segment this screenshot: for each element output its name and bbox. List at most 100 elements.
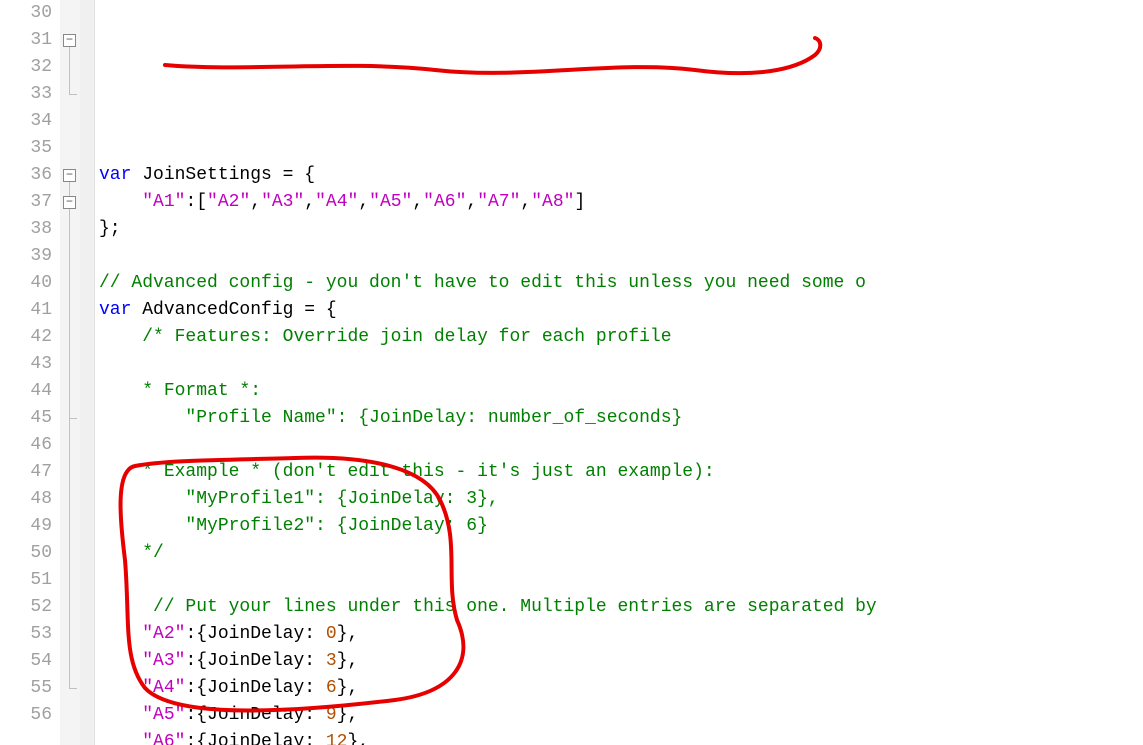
- line-number: 30: [0, 0, 52, 27]
- token-op: :[: [185, 192, 207, 212]
- token-op: :{: [185, 651, 207, 671]
- code-line[interactable]: };: [99, 216, 1143, 243]
- token-op: },: [337, 705, 359, 725]
- code-line[interactable]: /* Features: Override join delay for eac…: [99, 324, 1143, 351]
- token-op: [131, 165, 142, 185]
- token-op: :{: [185, 624, 207, 644]
- code-line[interactable]: "A1":["A2","A3","A4","A5","A6","A7","A8"…: [99, 189, 1143, 216]
- line-number: 46: [0, 432, 52, 459]
- token-op: :: [304, 705, 326, 725]
- fold-guide-end: [69, 94, 77, 95]
- code-line[interactable]: [99, 135, 1143, 162]
- code-line[interactable]: "Profile Name": {JoinDelay: number_of_se…: [99, 405, 1143, 432]
- fold-guide-end: [69, 418, 77, 419]
- token-op: :: [304, 624, 326, 644]
- line-number-gutter: 3031323334353637383940414243444546474849…: [0, 0, 60, 745]
- code-line[interactable]: var JoinSettings = {: [99, 162, 1143, 189]
- code-line[interactable]: "A5":{JoinDelay: 9},: [99, 702, 1143, 729]
- token-cmt: /* Features: Override join delay for eac…: [142, 327, 671, 347]
- token-ident: JoinDelay: [207, 678, 304, 698]
- token-op: ,: [412, 192, 423, 212]
- fold-toggle[interactable]: −: [63, 169, 76, 182]
- token-cmt: * Example * (don't edit this - it's just…: [142, 462, 715, 482]
- token-str: "A3": [142, 651, 185, 671]
- fold-guide: [69, 209, 70, 418]
- fold-toggle[interactable]: −: [63, 34, 76, 47]
- line-number: 37: [0, 189, 52, 216]
- token-cmt: * Format *:: [142, 381, 261, 401]
- line-number: 42: [0, 324, 52, 351]
- token-num: 9: [326, 705, 337, 725]
- line-number: 52: [0, 594, 52, 621]
- line-number: 45: [0, 405, 52, 432]
- line-number: 51: [0, 567, 52, 594]
- code-line[interactable]: [99, 351, 1143, 378]
- token-op: :: [304, 678, 326, 698]
- code-area[interactable]: var JoinSettings = { "A1":["A2","A3","A4…: [95, 0, 1143, 745]
- token-op: ,: [358, 192, 369, 212]
- token-cmt: "MyProfile2": {JoinDelay: 6}: [185, 516, 487, 536]
- token-op: :{: [185, 705, 207, 725]
- token-str: "A4": [315, 192, 358, 212]
- fold-guide-end: [69, 688, 77, 689]
- code-line[interactable]: "A3":{JoinDelay: 3},: [99, 648, 1143, 675]
- code-line[interactable]: [99, 432, 1143, 459]
- token-str: "A8": [531, 192, 574, 212]
- token-op: ,: [304, 192, 315, 212]
- line-number: 40: [0, 270, 52, 297]
- code-line[interactable]: "A4":{JoinDelay: 6},: [99, 675, 1143, 702]
- fold-column[interactable]: − − −: [60, 0, 80, 745]
- token-op: };: [99, 219, 121, 239]
- line-number: 41: [0, 297, 52, 324]
- code-line[interactable]: * Example * (don't edit this - it's just…: [99, 459, 1143, 486]
- line-number: 32: [0, 54, 52, 81]
- fold-guide: [69, 47, 70, 94]
- code-editor[interactable]: 3031323334353637383940414243444546474849…: [0, 0, 1143, 745]
- token-str: "A4": [142, 678, 185, 698]
- token-op: [131, 300, 142, 320]
- code-line[interactable]: "A6":{JoinDelay: 12},: [99, 729, 1143, 745]
- token-kw: var: [99, 165, 131, 185]
- token-cmt: */: [142, 543, 164, 563]
- code-line[interactable]: [99, 567, 1143, 594]
- code-line[interactable]: */: [99, 540, 1143, 567]
- line-number: 53: [0, 621, 52, 648]
- token-str: "A2": [142, 624, 185, 644]
- token-op: = {: [272, 165, 315, 185]
- code-line[interactable]: "A2":{JoinDelay: 0},: [99, 621, 1143, 648]
- code-line[interactable]: // Put your lines under this one. Multip…: [99, 594, 1143, 621]
- line-number: 33: [0, 81, 52, 108]
- line-number: 48: [0, 486, 52, 513]
- token-op: ,: [250, 192, 261, 212]
- token-op: :{: [185, 732, 207, 745]
- code-line[interactable]: var AdvancedConfig = {: [99, 297, 1143, 324]
- code-line[interactable]: "MyProfile2": {JoinDelay: 6}: [99, 513, 1143, 540]
- token-num: 0: [326, 624, 337, 644]
- code-line[interactable]: // Advanced config - you don't have to e…: [99, 270, 1143, 297]
- code-line[interactable]: "MyProfile1": {JoinDelay: 3},: [99, 486, 1143, 513]
- token-op: },: [347, 732, 369, 745]
- token-num: 12: [326, 732, 348, 745]
- line-number: 56: [0, 702, 52, 729]
- token-num: 3: [326, 651, 337, 671]
- token-op: ,: [466, 192, 477, 212]
- line-number: 50: [0, 540, 52, 567]
- token-str: "A7": [477, 192, 520, 212]
- token-op: :{: [185, 678, 207, 698]
- code-line[interactable]: [99, 243, 1143, 270]
- code-line[interactable]: * Format *:: [99, 378, 1143, 405]
- token-op: :: [304, 732, 326, 745]
- line-number: 39: [0, 243, 52, 270]
- line-number: 47: [0, 459, 52, 486]
- token-str: "A6": [423, 192, 466, 212]
- line-number: 35: [0, 135, 52, 162]
- token-op: ]: [574, 192, 585, 212]
- token-kw: var: [99, 300, 131, 320]
- token-op: :: [304, 651, 326, 671]
- fold-toggle[interactable]: −: [63, 196, 76, 209]
- line-number: 43: [0, 351, 52, 378]
- token-ident: JoinDelay: [207, 651, 304, 671]
- token-str: "A2": [207, 192, 250, 212]
- token-str: "A5": [142, 705, 185, 725]
- token-ident: JoinSettings: [142, 165, 272, 185]
